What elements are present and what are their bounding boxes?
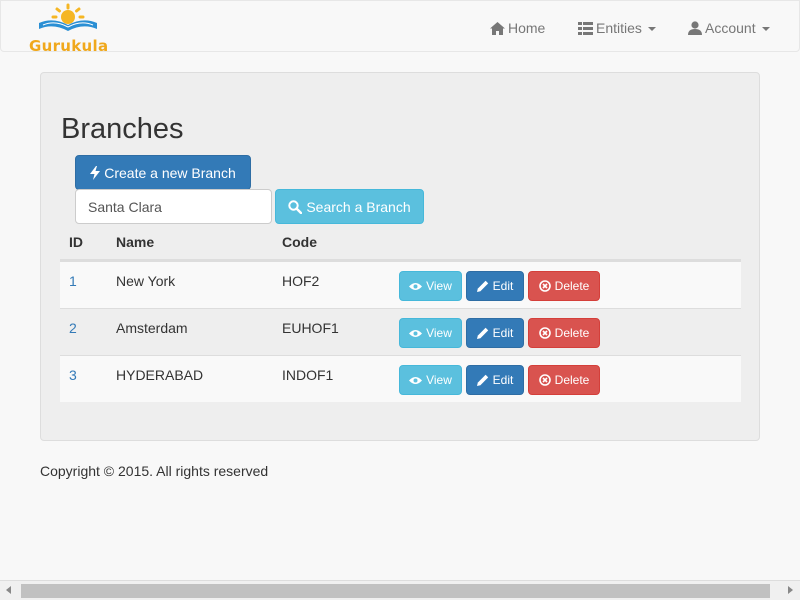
edit-label: Edit [492, 326, 514, 340]
brand-name: Gurukula [29, 37, 109, 55]
edit-label: Edit [492, 279, 514, 293]
row-code: INDOF1 [282, 367, 334, 383]
nav-home[interactable]: Home [490, 18, 545, 38]
delete-button[interactable]: Delete [528, 365, 600, 395]
eye-icon [409, 282, 423, 290]
row-name: New York [116, 273, 176, 289]
edit-button[interactable]: Edit [466, 365, 524, 395]
scroll-right-icon[interactable] [788, 586, 793, 594]
remove-circle-icon [538, 374, 551, 386]
chevron-down-icon [647, 26, 656, 31]
table-row: 2 Amsterdam EUHOF1 View Edit Delete [60, 308, 741, 355]
search-branch-label: Search a Branch [306, 198, 411, 215]
nav-home-label: Home [508, 20, 546, 36]
nav-entities-label: Entities [596, 20, 642, 36]
column-header-name: Name [116, 234, 155, 250]
user-icon [688, 21, 702, 35]
view-button[interactable]: View [399, 318, 462, 348]
row-name: HYDERABAD [116, 367, 204, 383]
pencil-icon [476, 327, 488, 339]
create-branch-button[interactable]: Create a new Branch [75, 155, 251, 190]
nav-account-label: Account [705, 20, 756, 36]
edit-label: Edit [492, 373, 514, 387]
home-icon [490, 21, 505, 35]
list-icon [578, 21, 593, 35]
table-row: 3 HYDERABAD INDOF1 View Edit Delete [60, 355, 741, 402]
delete-button[interactable]: Delete [528, 271, 600, 301]
row-id-link[interactable]: 1 [69, 273, 77, 289]
chevron-down-icon [761, 26, 770, 31]
delete-label: Delete [554, 373, 590, 387]
remove-circle-icon [538, 280, 551, 292]
column-header-code: Code [282, 234, 317, 250]
delete-button[interactable]: Delete [528, 318, 600, 348]
search-branch-button[interactable]: Search a Branch [275, 189, 424, 224]
search-icon [288, 199, 303, 214]
branches-panel: Branches Create a new Branch Search a Br… [40, 72, 760, 441]
edit-button[interactable]: Edit [466, 271, 524, 301]
eye-icon [409, 376, 423, 384]
nav-entities[interactable]: Entities [578, 18, 656, 38]
pencil-icon [476, 374, 488, 386]
bolt-icon [90, 165, 101, 180]
row-code: EUHOF1 [282, 320, 339, 336]
pencil-icon [476, 280, 488, 292]
column-header-id: ID [69, 234, 83, 250]
view-label: View [426, 326, 452, 340]
horizontal-scrollbar[interactable] [0, 580, 800, 600]
scroll-left-icon[interactable] [6, 586, 11, 594]
page-title: Branches [61, 113, 184, 145]
view-label: View [426, 373, 452, 387]
view-button[interactable]: View [399, 365, 462, 395]
scrollbar-thumb[interactable] [21, 584, 770, 598]
row-code: HOF2 [282, 273, 320, 289]
view-label: View [426, 279, 452, 293]
brand-logo[interactable]: Gurukula [29, 3, 109, 55]
create-branch-label: Create a new Branch [104, 164, 236, 181]
row-id-link[interactable]: 3 [69, 367, 77, 383]
footer-copyright: Copyright © 2015. All rights reserved [40, 463, 269, 479]
view-button[interactable]: View [399, 271, 462, 301]
logo-icon [39, 3, 97, 31]
search-input[interactable] [75, 189, 272, 224]
remove-circle-icon [538, 327, 551, 339]
edit-button[interactable]: Edit [466, 318, 524, 348]
nav-account[interactable]: Account [688, 18, 770, 38]
eye-icon [409, 329, 423, 337]
table-row: 1 New York HOF2 View Edit Delete [60, 261, 741, 308]
row-id-link[interactable]: 2 [69, 320, 77, 336]
delete-label: Delete [554, 326, 590, 340]
delete-label: Delete [554, 279, 590, 293]
navbar: Gurukula Home Entities Account [0, 0, 800, 55]
row-name: Amsterdam [116, 320, 188, 336]
